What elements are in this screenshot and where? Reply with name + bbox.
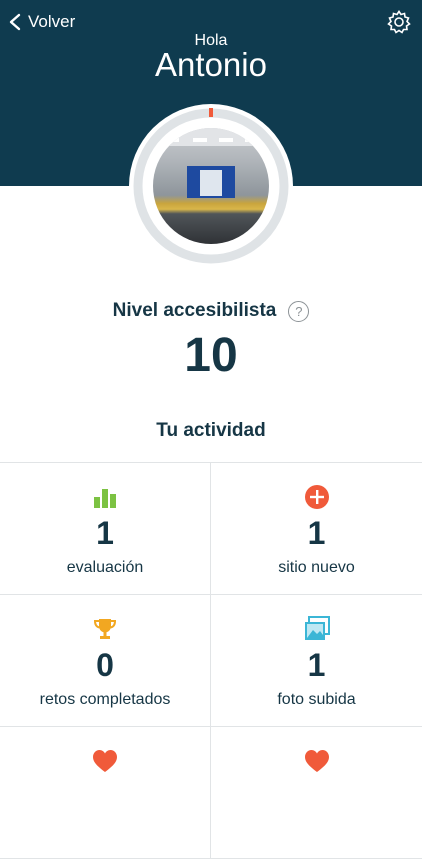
progress-marker (209, 108, 213, 117)
challenges-count: 0 (96, 647, 114, 683)
activity-new-places[interactable]: 1 sitio nuevo (211, 463, 422, 595)
avatar (153, 128, 269, 244)
question-icon[interactable]: ? (288, 300, 310, 322)
bar-chart-icon (94, 489, 116, 508)
activity-favorites-left[interactable] (0, 727, 211, 859)
new-places-count: 1 (307, 515, 326, 551)
heart-icon (304, 750, 329, 772)
photos-count: 1 (307, 647, 326, 683)
level-row: Nivel accesibilista ? (0, 298, 422, 324)
plus-circle-icon (304, 485, 329, 509)
activity-favorites-right[interactable] (211, 727, 422, 859)
activity-evaluations[interactable]: 1 evaluación (0, 463, 211, 595)
level-value: 10 (184, 329, 238, 382)
activity-grid: 1 evaluación 1 sitio nuevo 0 retos compl… (0, 462, 422, 859)
chevron-left-icon (9, 13, 21, 31)
photos-icon (304, 616, 330, 640)
challenges-label: retos completados (39, 691, 171, 708)
activity-title: Tu actividad (156, 420, 266, 441)
activity-challenges[interactable]: 0 retos completados (0, 595, 211, 727)
trophy-icon (93, 619, 117, 639)
heart-icon (93, 750, 117, 772)
activity-photos[interactable]: 1 foto subida (211, 595, 422, 727)
evaluations-label: evaluación (66, 559, 144, 576)
new-places-label: sitio nuevo (278, 559, 355, 576)
photos-label: foto subida (277, 691, 356, 708)
avatar-progress-ring[interactable] (128, 103, 294, 269)
level-label: Nivel accesibilista (112, 300, 277, 321)
user-name: Antonio (155, 46, 267, 83)
back-label: Volver (28, 12, 76, 31)
evaluations-count: 1 (96, 515, 114, 551)
